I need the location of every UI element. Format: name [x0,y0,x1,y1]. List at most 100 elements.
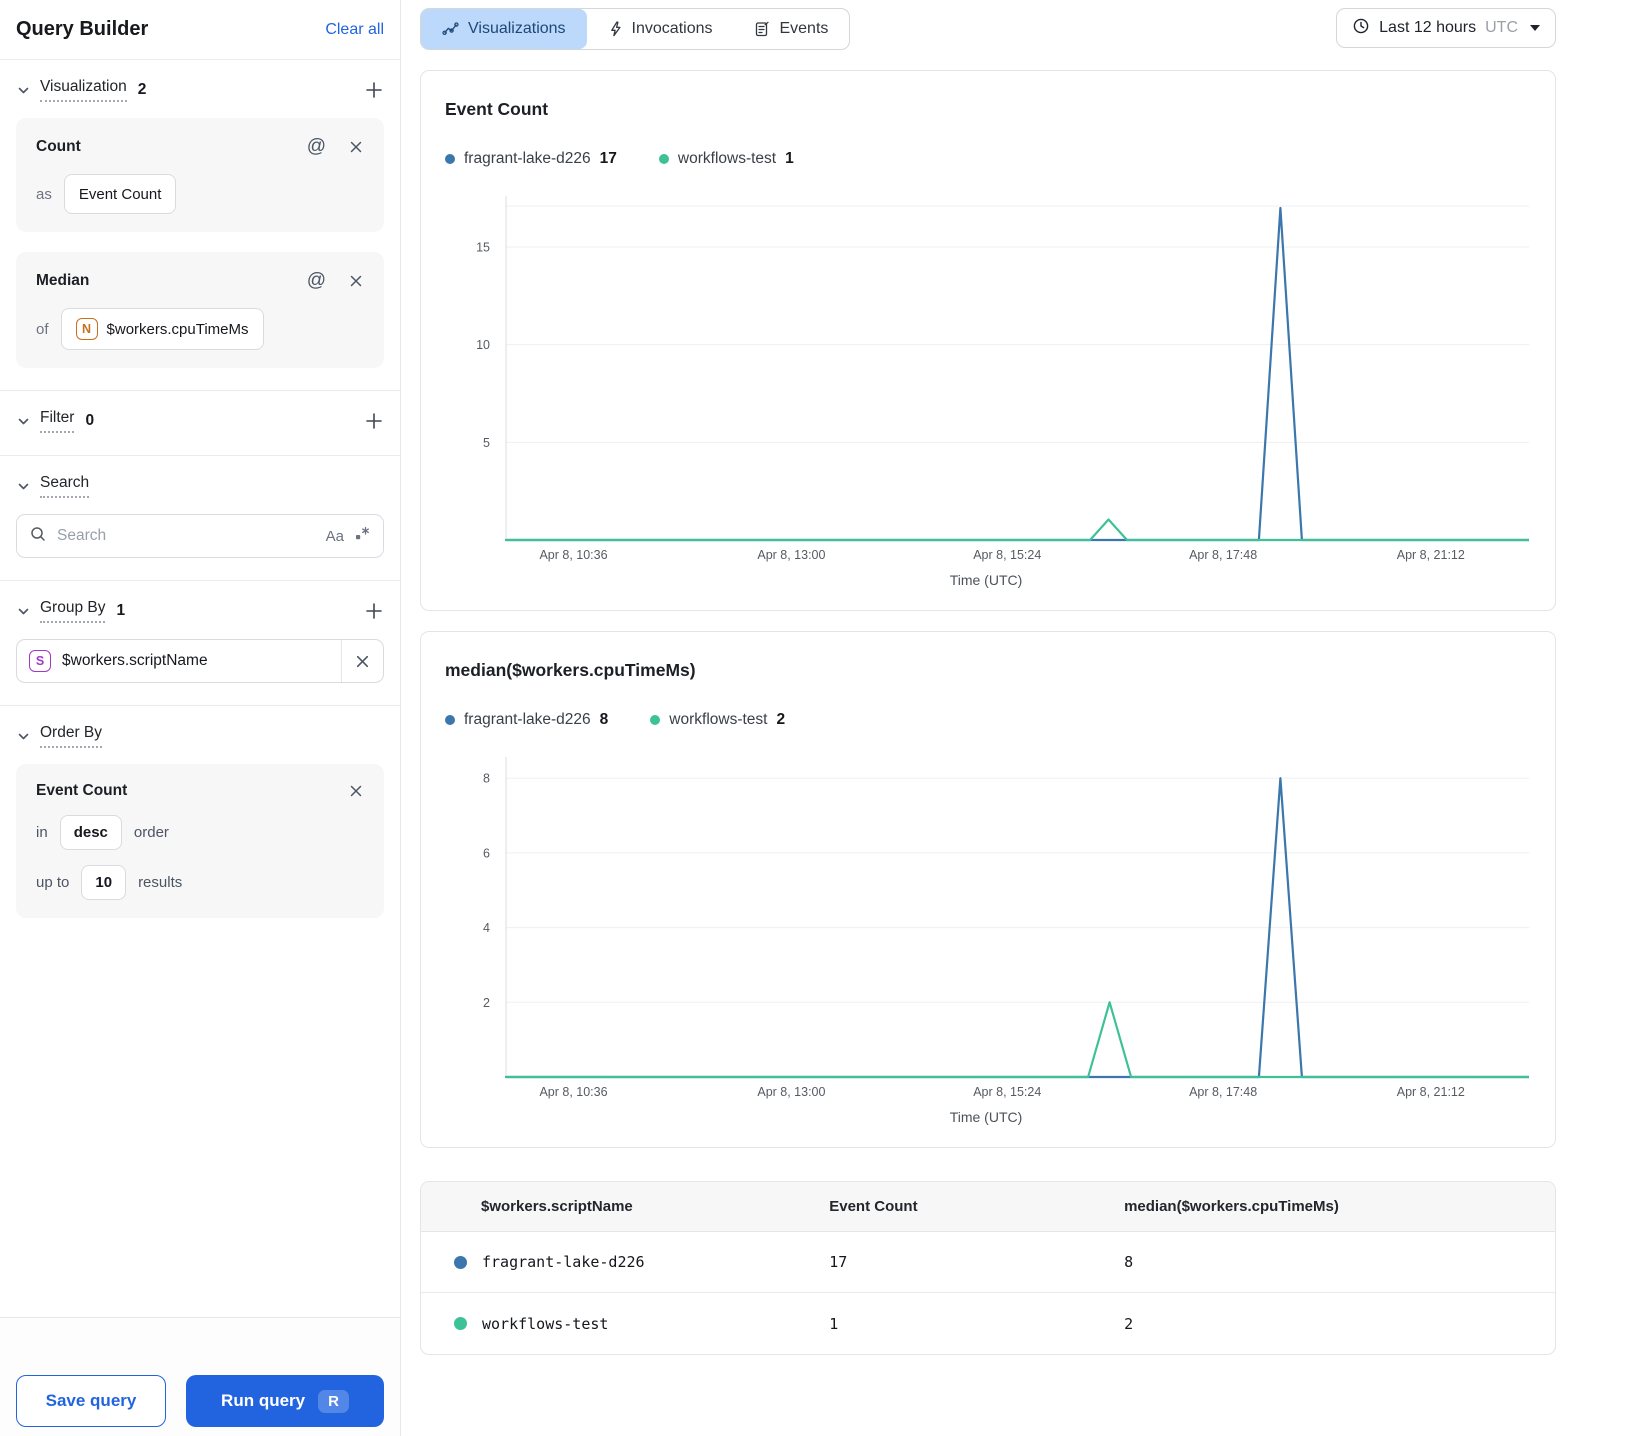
close-icon[interactable] [348,139,364,155]
time-range-picker[interactable]: Last 12 hours UTC [1336,8,1556,48]
close-icon[interactable] [348,273,364,289]
legend-item-workflows-test[interactable]: workflows-test 1 [658,150,794,168]
event-count-cell: 1 [829,1314,839,1333]
table-row: fragrant-lake-d226 17 8 [421,1232,1555,1293]
search-input[interactable] [57,527,316,545]
at-icon[interactable]: @ [307,270,326,292]
tab-events[interactable]: Events [733,9,849,49]
result-limit-input[interactable]: 10 [81,865,127,900]
match-case-toggle[interactable]: Aa [326,528,344,545]
chevron-down-icon[interactable] [16,604,31,619]
add-group-by-button[interactable] [364,601,384,621]
legend-item-fragrant-lake[interactable]: fragrant-lake-d226 17 [445,150,617,168]
order-by-card: Event Count in desc order up to 10 resul… [16,764,384,918]
series-dot [445,715,455,725]
visualization-section: Visualization 2 Count @ as Event Count M… [0,60,400,390]
svg-text:2: 2 [483,996,490,1010]
regex-toggle-icon[interactable] [354,525,371,547]
sort-direction-select[interactable]: desc [59,815,122,850]
up-to-label: up to [36,874,70,891]
at-icon[interactable]: @ [307,136,326,158]
chart-legend: fragrant-lake-d226 17 workflows-test 1 [445,150,1527,168]
add-filter-button[interactable] [364,411,384,431]
search-section-label: Search [40,474,90,498]
chevron-down-icon[interactable] [16,83,31,98]
add-visualization-button[interactable] [364,80,384,100]
in-label: in [36,824,48,841]
group-by-field-value: $workers.scriptName [62,652,208,669]
remove-group-by-button[interactable] [341,640,383,682]
svg-text:Apr 8, 15:24: Apr 8, 15:24 [973,548,1041,562]
legend-value: 17 [599,150,617,167]
sidebar-scroll-area: Visualization 2 Count @ as Event Count M… [0,60,400,1317]
search-icon [29,525,47,548]
legend-name: workflows-test [677,150,777,167]
visualization-card-count: Count @ as Event Count [16,118,384,232]
svg-text:Apr 8, 17:48: Apr 8, 17:48 [1189,1085,1257,1099]
sidebar-header: Query Builder Clear all [0,0,400,60]
visualization-alias-field[interactable]: Event Count [63,174,177,214]
clear-all-link[interactable]: Clear all [325,21,384,39]
svg-text:10: 10 [476,338,490,352]
svg-text:Apr 8, 10:36: Apr 8, 10:36 [539,1085,607,1099]
run-query-button[interactable]: Run query R [186,1375,384,1427]
script-name-cell: workflows-test [482,1314,609,1333]
view-tabs: Visualizations Invocations Events [420,8,851,50]
legend-item-fragrant-lake[interactable]: fragrant-lake-d226 8 [445,711,608,729]
x-axis-label: Time (UTC) [949,1109,1023,1125]
svg-text:5: 5 [483,436,490,450]
close-icon[interactable] [348,783,364,799]
order-by-section: Order By Event Count in desc order up to… [0,705,400,940]
chart-legend: fragrant-lake-d226 8 workflows-test 2 [445,711,1527,729]
top-bar: Visualizations Invocations Events Last 1… [420,8,1556,50]
legend-value: 8 [599,711,609,728]
chevron-down-icon[interactable] [16,414,31,429]
median-cputime-chart-card: median($workers.cpuTimeMs) fragrant-lake… [420,631,1556,1148]
visualization-alias-value: Event Count [78,185,162,203]
column-header-event-count: Event Count [829,1198,918,1215]
results-label: results [138,874,183,891]
visualization-card-median: Median @ of N $workers.cpuTimeMs [16,252,384,368]
as-label: as [36,185,52,203]
legend-value: 2 [776,711,786,728]
visualization-count: 2 [137,81,147,98]
svg-text:6: 6 [483,846,490,860]
tab-visualizations[interactable]: Visualizations [421,9,587,49]
svg-text:8: 8 [483,772,490,786]
filter-section-label: Filter [40,409,75,433]
event-count-chart-card: Event Count fragrant-lake-d226 17 workfl… [420,70,1556,611]
median-field-selector[interactable]: N $workers.cpuTimeMs [60,308,264,350]
clock-icon [1352,17,1370,40]
svg-text:Apr 8, 17:48: Apr 8, 17:48 [1189,548,1257,562]
number-type-icon: N [75,318,98,340]
svg-text:Apr 8, 10:36: Apr 8, 10:36 [539,548,607,562]
svg-text:Apr 8, 15:24: Apr 8, 15:24 [973,1085,1041,1099]
median-cell: 2 [1124,1314,1134,1333]
tab-label: Events [779,20,829,37]
chevron-down-icon[interactable] [16,729,31,744]
legend-name: fragrant-lake-d226 [464,150,591,167]
main-content: Visualizations Invocations Events Last 1… [420,0,1556,1355]
table-header-row: $workers.scriptName Event Count median($… [421,1182,1555,1232]
series-dot [650,715,661,725]
legend-name: workflows-test [669,711,768,728]
column-header-script-name: $workers.scriptName [481,1198,633,1215]
run-shortcut-badge: R [318,1389,349,1413]
group-by-item[interactable]: S $workers.scriptName [16,639,384,683]
visualization-card-title: Count [36,138,81,155]
series-dot [454,1317,467,1330]
chevron-down-icon[interactable] [16,479,31,494]
legend-value: 1 [785,150,794,167]
legend-item-workflows-test[interactable]: workflows-test 2 [650,711,785,729]
save-query-button[interactable]: Save query [16,1375,166,1427]
group-by-section-label: Group By [40,599,106,623]
svg-text:15: 15 [476,241,490,255]
page-title: Query Builder [16,18,149,40]
group-by-section: Group By 1 S $workers.scriptName [0,580,400,705]
svg-text:Apr 8, 13:00: Apr 8, 13:00 [757,548,825,562]
table-row: workflows-test 1 2 [421,1293,1555,1354]
tab-invocations[interactable]: Invocations [587,9,734,49]
visualization-section-label: Visualization [40,78,127,102]
chart-title: Event Count [445,99,549,119]
column-header-median: median($workers.cpuTimeMs) [1124,1198,1339,1215]
